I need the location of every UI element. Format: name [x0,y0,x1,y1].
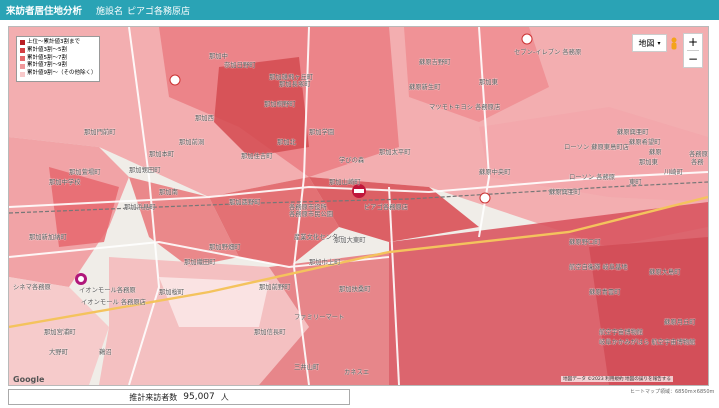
map-label: 蘇原月丘町 [664,319,696,326]
map-label: 那加桐野町 [264,101,296,108]
map-label: 那加浜見町 [124,204,156,211]
map-label: 蘇原大島町 [649,269,681,276]
poi-marker [521,33,533,45]
map-label: 那加本町 [149,151,175,158]
map-label: 各務原市民公園 [289,211,334,218]
map-label: 川崎町 [664,169,683,176]
map-label: 那加中学校 [49,179,81,186]
map-label: 蘇原吉野町 [419,59,451,66]
store-name: ピアゴ各務原店 [127,6,191,17]
map-label: 大野町 [49,349,68,356]
map-label: イオンモール 各務原店 [81,299,146,306]
map-label: 蘇原興亜町 [549,189,581,196]
map-label: 那加前洞 [179,139,205,146]
map-label: 那加住吉町 [241,153,273,160]
map-label: 那加西野町 [229,199,261,206]
zoom-out-button[interactable]: − [684,51,702,67]
map-label: 那加宮浦町 [44,329,76,336]
map-label: 那加北 [277,139,296,146]
map-label: 那加雄飛ヶ丘町 [269,74,314,81]
map-label: 蘇原興亜町 [617,129,649,136]
map-label: 那加巾上町 [309,259,341,266]
store-pin [352,184,366,198]
map-label: 那加織田町 [184,259,216,266]
legend-swatch [20,55,25,61]
map-label: 蘇原 [649,149,662,156]
map-label: 学びの森 [339,157,365,164]
map-label: 那加山崎町 [329,179,361,186]
map-label: 那加桜町 [159,289,185,296]
map-type-button[interactable]: 地図 ▾ [632,34,667,52]
map-label: 蘇原野口町 [569,239,601,246]
map-label: 那加野畑町 [209,244,241,251]
map-label: 鵜沼 [99,349,112,356]
map-label: 那加前野町 [259,284,291,291]
map-label: 奈加日野町 [224,62,256,69]
map-label: 蘇原希望町 [629,139,661,146]
map-label: 那加東 [479,79,498,86]
map-label: 産業文化センター [294,234,345,241]
map-label: 三井山町 [294,364,320,371]
map-label: 航空自衛隊 岐阜基地 [569,264,628,271]
map-label: カネスエ [344,369,370,376]
legend-swatch [20,40,25,46]
map-attribution[interactable]: 地図データ ©2023 利用規約 地図の誤りを報告する [561,376,673,382]
legend-item: 上位～累計値3割まで [20,39,96,47]
zoom-in-button[interactable]: + [684,34,702,50]
total-visitors-value: 95,007 [183,392,215,402]
map-label: マツモトキヨシ 各務原店 [429,104,501,111]
total-visitors-box: 推計来訪者数 95,007 人 [8,389,350,405]
map-label: ファミリーマート [294,314,345,321]
legend-swatch [20,63,25,69]
title-bar: 来訪者居住地分析 施設名 ピアゴ各務原店 [0,0,719,20]
map-label: セブン-イレブン 各務原 [514,49,582,56]
map-label: 各務 [691,159,704,166]
poi-marker [479,192,491,204]
legend-swatch [20,48,25,54]
map-label: 蘇原新生町 [409,84,441,91]
total-visitors-label: 推計来訪者数 [129,392,178,402]
mesh-note: ヒートマップ領域：6850m×6850m [630,389,715,395]
zoom-controls[interactable]: + − [683,33,703,68]
map-label: 那加南 [159,189,178,196]
google-logo: Google [13,375,45,384]
map-label: ローソン 各務原 [569,174,616,181]
map-label: 那加新加納町 [29,234,67,241]
map-label: 那加中 [209,53,228,60]
pegman-icon[interactable] [669,37,679,51]
map-label: 各務原 [689,151,708,158]
map-label: 那加扶桑町 [339,286,371,293]
map-label: 那加門前町 [84,129,116,136]
map-label: 那加萱場町 [69,169,101,176]
poi-pin [75,273,87,285]
map-label: イオンモール各務原 [79,287,136,294]
map-label: 那加太平町 [379,149,411,156]
map-label: ピアゴ各務原店 [364,204,409,211]
map-label: 那加学園 [309,129,335,136]
legend-swatch [20,71,25,77]
legend-item: 累計値9割～（その他除く） [20,70,97,78]
total-visitors-unit: 人 [220,392,229,402]
region [589,237,708,385]
map-frame[interactable]: 那加中 奈加日野町 那加長塚町 那加西 那加桐野町 那加南 那加浜見町 那加前洞 那加新加納町那… [8,26,709,386]
legend: 上位～累計値3割まで 累計値3割～5割 累計値5割～7割 累計値7割～9割 累計… [16,36,100,82]
store-label: 施設名 [96,6,124,17]
map-label: 那加甥田町 [129,167,161,174]
map-label: 蘇原中央町 [479,169,511,176]
map-label: シネマ各務原 [13,284,51,291]
legend-item: 累計値3割～5割 [20,47,96,55]
map-label: 那加西 [195,115,214,122]
poi-marker [169,74,181,86]
map-label: 航空宇宙博物館 [599,329,644,336]
app-title: 来訪者居住地分析 [6,6,83,17]
map-label: 蘇原青雲町 [589,289,621,296]
map-label: 岐阜かかみがはら 航空宇宙博物館 [599,339,696,346]
map-label: 那加東 [639,159,658,166]
map-label: ローソン 蘇原東島町店 [564,144,629,151]
map-label: 東町 [629,179,642,186]
map-label: 那加信長町 [254,329,286,336]
